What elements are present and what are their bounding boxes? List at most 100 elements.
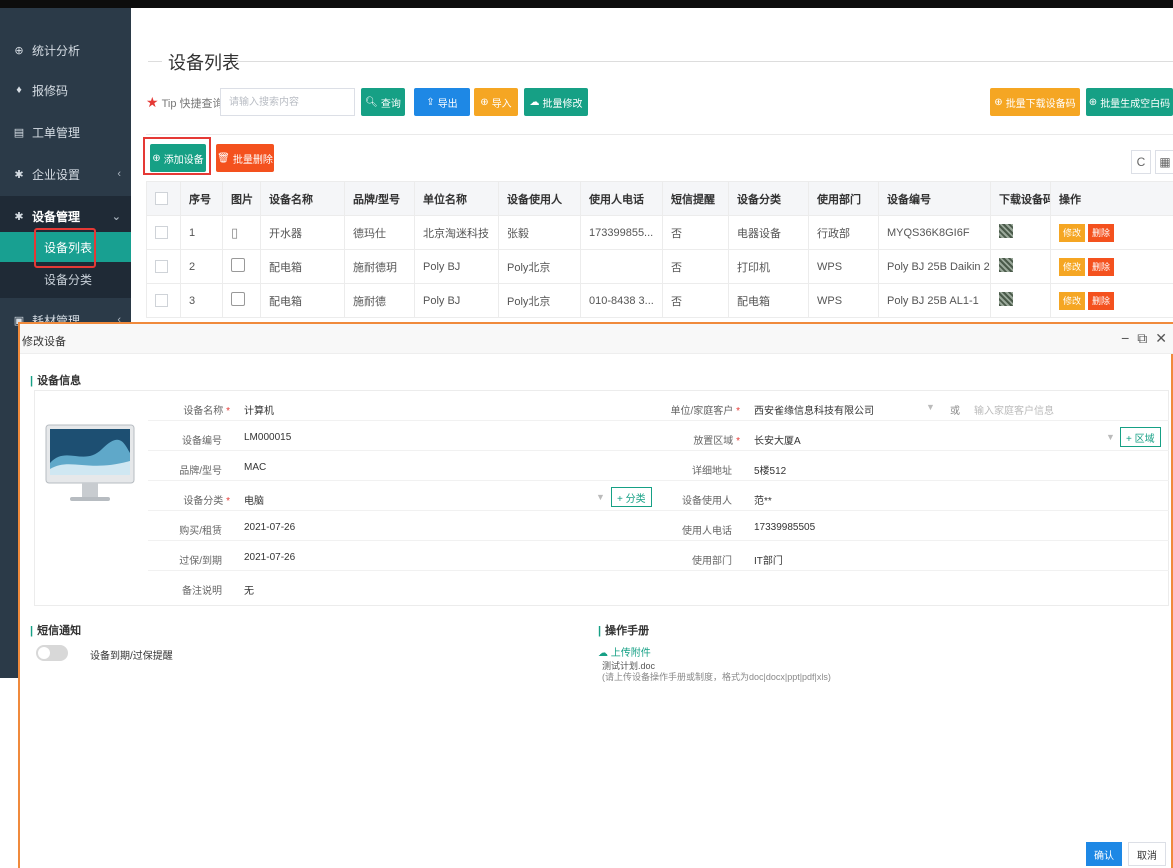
sidebar-subitem-device-category[interactable]: 设备分类	[0, 264, 131, 294]
delete-button[interactable]: 删除	[1088, 223, 1115, 242]
upload-label: 上传附件	[610, 648, 651, 659]
edit-device-modal: 修改设备 − ⧉ ✕ | 设备信息 设备名称 * 计算机 设备编号 LM00001…	[18, 322, 1173, 868]
section-title-label: 短信通知	[37, 625, 82, 637]
device-user: 张毅	[498, 215, 581, 250]
checkbox[interactable]	[155, 294, 168, 307]
refresh-icon[interactable]: C	[1131, 150, 1151, 174]
department: 行政部	[808, 215, 879, 250]
delete-button[interactable]: 删除	[1088, 257, 1115, 276]
column-header: 设备名称	[260, 181, 345, 216]
edit-button[interactable]: 修改	[1059, 291, 1086, 310]
device-code-field[interactable]: LM000015	[244, 432, 291, 443]
sidebar-item-work-orders[interactable]: ▤ 工单管理	[0, 112, 131, 152]
area-select[interactable]: 长安大厦A	[754, 432, 801, 447]
sidebar-item-company-settings[interactable]: ✱ 企业设置 ‹	[0, 154, 131, 194]
import-icon: ⊕	[480, 96, 489, 108]
expire-date-field[interactable]: 2021-07-26	[244, 552, 295, 563]
columns-icon[interactable]: ▦	[1155, 150, 1173, 174]
chevron-down-icon: ⌄	[111, 210, 121, 223]
device-brand: 施耐德	[344, 283, 415, 318]
device-user-field[interactable]: 范**	[754, 492, 772, 507]
export-label: 导出	[437, 98, 458, 110]
star-icon: ★	[146, 94, 159, 110]
import-button[interactable]: ⊕ 导入	[474, 88, 518, 116]
batch-generate-qr-button[interactable]: ⊕ 批量生成空白码	[1086, 88, 1173, 116]
batch-edit-button[interactable]: ☁ 批量修改	[524, 88, 588, 116]
sidebar-subitem-label: 设备分类	[44, 272, 93, 287]
unit-name: 北京淘迷科技	[414, 215, 499, 250]
device-name: 配电箱	[260, 283, 345, 318]
field-label: 单位/家庭客户 *	[640, 402, 740, 417]
dropdown-caret-icon[interactable]: ▼	[1106, 432, 1115, 442]
export-button[interactable]: ⇪ 导出	[414, 88, 470, 116]
sidebar-item-label: 统计分析	[32, 43, 81, 58]
qr-download-cell[interactable]	[990, 283, 1051, 318]
toolbar-divider	[146, 134, 1173, 135]
device-name-field[interactable]: 计算机	[244, 402, 274, 417]
category-select[interactable]: 电脑	[244, 492, 264, 507]
address-field[interactable]: 5楼512	[754, 462, 786, 477]
table-row[interactable]: 1 ▯ 开水器 德玛仕 北京淘迷科技 张毅 173399855... 否 电器设…	[146, 215, 1173, 250]
confirm-button[interactable]: 确认	[1086, 842, 1122, 866]
family-customer-input[interactable]: 输入家庭客户信息	[974, 402, 1054, 417]
department-field[interactable]: IT部门	[754, 552, 783, 567]
row-number: 2	[180, 249, 223, 284]
edit-button[interactable]: 修改	[1059, 257, 1086, 276]
field-label: 过保/到期	[179, 556, 222, 567]
delete-button[interactable]: 删除	[1088, 291, 1115, 310]
search-input[interactable]	[220, 88, 355, 116]
remark-field[interactable]: 无	[244, 582, 254, 597]
dropdown-caret-icon[interactable]: ▼	[596, 492, 605, 502]
device-picture	[222, 283, 261, 318]
computer-image	[45, 424, 135, 501]
row-checkbox-cell[interactable]	[146, 249, 181, 284]
upload-attachment-link[interactable]: ☁ 上传附件	[598, 644, 651, 659]
column-header: 操作	[1050, 181, 1173, 216]
table-row[interactable]: 2 配电箱 施耐德玥 Poly BJ Poly北京 否 打印机 WPS Poly…	[146, 249, 1173, 284]
dropdown-caret-icon[interactable]: ▼	[926, 402, 935, 412]
brand-field[interactable]: MAC	[244, 462, 266, 473]
add-area-button[interactable]: + 区域	[1120, 427, 1161, 447]
column-header: 使用人电话	[580, 181, 663, 216]
qr-download-cell[interactable]	[990, 215, 1051, 250]
sidebar-item-repair-code[interactable]: ♦ 报修码	[0, 70, 131, 110]
row-number: 1	[180, 215, 223, 250]
modal-controls: − ⧉ ✕	[1121, 330, 1167, 347]
maximize-icon[interactable]: ⧉	[1137, 330, 1147, 347]
device-code: Poly BJ 25B Daikin 2	[878, 249, 991, 284]
expiry-reminder-toggle[interactable]	[36, 645, 68, 661]
batch-download-qr-button[interactable]: ⊕ 批量下载设备码	[990, 88, 1080, 116]
required-mark: *	[226, 496, 230, 507]
column-header: 使用部门	[808, 181, 879, 216]
close-icon[interactable]: ✕	[1155, 330, 1167, 347]
checkbox[interactable]	[155, 226, 168, 239]
unit-select[interactable]: 西安雀缘信息科技有限公司	[754, 402, 874, 417]
checkbox[interactable]	[155, 260, 168, 273]
monitor-icon	[231, 258, 245, 272]
row-checkbox-cell[interactable]	[146, 215, 181, 250]
minimize-icon[interactable]: −	[1121, 330, 1129, 347]
sidebar-item-statistics[interactable]: ⊕ 统计分析	[0, 30, 131, 70]
purchase-date-field[interactable]: 2021-07-26	[244, 522, 295, 533]
query-button[interactable]: 🔍︎ 查询	[361, 88, 405, 116]
device-picture	[222, 249, 261, 284]
download-icon: ⊕	[994, 96, 1003, 108]
download-icon: ⊕	[1088, 96, 1098, 108]
checkbox[interactable]	[155, 192, 168, 205]
row-checkbox-cell[interactable]	[146, 283, 181, 318]
qr-download-cell[interactable]	[990, 249, 1051, 284]
batch-delete-label: 批量删除	[232, 154, 273, 166]
gear-icon: ✱	[14, 168, 24, 181]
edit-button[interactable]: 修改	[1059, 223, 1086, 242]
cancel-button[interactable]: 取消	[1128, 842, 1166, 866]
field-label: 备注说明	[182, 586, 222, 597]
table-row[interactable]: 3 配电箱 施耐德 Poly BJ Poly北京 010-8438 3... 否…	[146, 283, 1173, 318]
section-title-sms: | 短信通知	[30, 622, 81, 638]
row-divider	[148, 450, 1169, 451]
qrcode-icon[interactable]	[999, 292, 1013, 306]
qrcode-icon[interactable]	[999, 224, 1013, 238]
batch-delete-button[interactable]: 🗑︎ 批量删除	[216, 144, 274, 172]
qrcode-icon[interactable]	[999, 258, 1013, 272]
user-phone-field[interactable]: 17339985505	[754, 522, 815, 533]
select-all-cell[interactable]	[146, 181, 181, 216]
